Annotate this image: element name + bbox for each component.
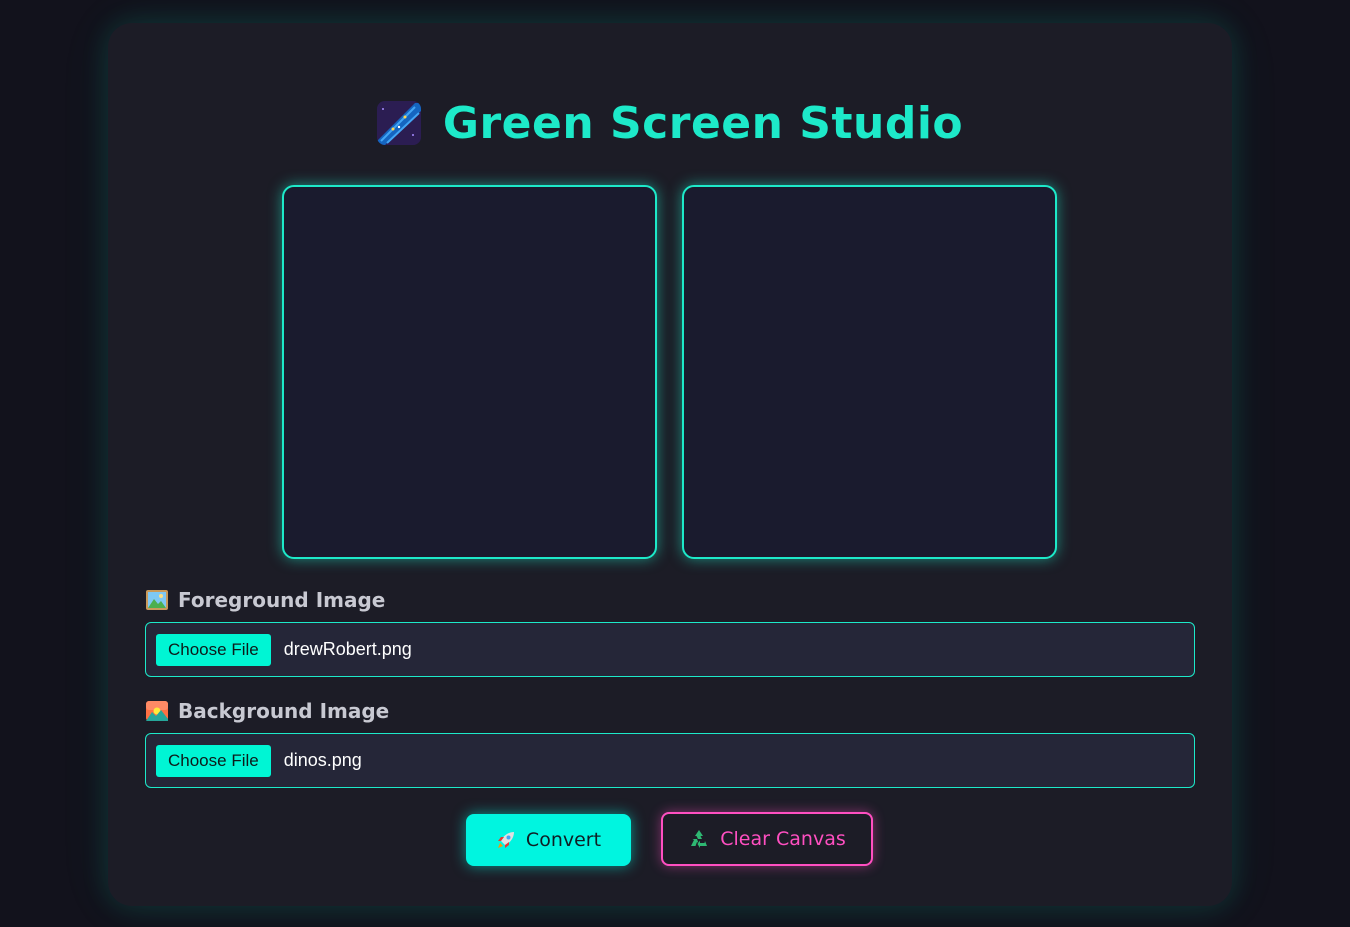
foreground-label: Foreground Image <box>146 587 385 613</box>
background-choose-file-button[interactable]: Choose File <box>156 744 271 777</box>
foreground-file-input[interactable]: Choose File drewRobert.png <box>145 622 1195 677</box>
background-label: Background Image <box>146 698 389 724</box>
recycle-icon <box>688 828 710 850</box>
clear-canvas-button[interactable]: Clear Canvas <box>661 812 873 866</box>
framed-picture-icon <box>146 590 168 610</box>
background-label-text: Background Image <box>178 699 390 723</box>
result-canvas[interactable] <box>682 185 1057 559</box>
background-file-name: dinos.png <box>283 750 362 770</box>
shooting-star-icon <box>376 101 421 145</box>
rocket-icon <box>496 830 516 850</box>
foreground-file-name: drewRobert.png <box>283 639 412 659</box>
page-header: Green Screen Studio <box>108 97 1232 149</box>
convert-button[interactable]: Convert <box>466 814 631 866</box>
sunrise-over-mountains-icon <box>146 701 168 721</box>
foreground-canvas[interactable] <box>282 185 657 559</box>
studio-card: Green Screen Studio Foreground Image Cho… <box>108 23 1232 906</box>
page-title: Green Screen Studio <box>442 97 964 149</box>
background-file-input[interactable]: Choose File dinos.png <box>145 733 1195 788</box>
convert-label: Convert <box>525 829 602 851</box>
clear-canvas-label: Clear Canvas <box>720 828 846 850</box>
foreground-label-text: Foreground Image <box>178 588 386 612</box>
foreground-choose-file-button[interactable]: Choose File <box>156 633 271 666</box>
